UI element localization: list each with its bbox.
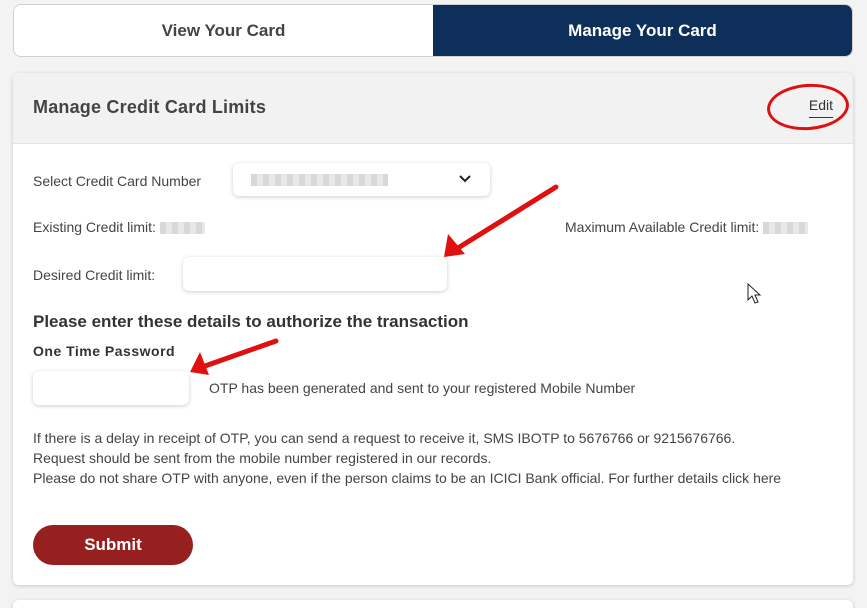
masked-card-number [251,174,388,186]
manage-limits-card: Manage Credit Card Limits Edit Select Cr… [13,73,853,585]
chevron-down-icon [458,171,472,188]
auth-section-title: Please enter these details to authorize … [33,312,469,331]
card-number-label: Select Credit Card Number [33,173,202,189]
submit-button[interactable]: Submit [33,525,193,565]
max-limit-label: Maximum Available Credit limit: [565,219,760,235]
card-number-select[interactable] [233,163,490,196]
card-tabs: View Your Card Manage Your Card [13,4,853,57]
card-header: Manage Credit Card Limits Edit [13,73,853,144]
otp-input[interactable] [33,371,189,405]
tab-view-your-card[interactable]: View Your Card [14,5,433,56]
otp-info-line-3: Please do not share OTP with anyone, eve… [33,470,782,486]
otp-info-line-2: Request should be sent from the mobile n… [33,450,492,466]
otp-info-text: If there is a delay in receipt of OTP, y… [33,428,833,488]
card-title: Manage Credit Card Limits [33,97,267,117]
existing-limit-row: Existing Credit limit: [33,219,205,235]
otp-info-line-1: If there is a delay in receipt of OTP, y… [33,430,736,446]
next-card-edge [13,600,853,608]
otp-status-text: OTP has been generated and sent to your … [209,380,636,396]
desired-limit-input[interactable] [183,257,447,291]
tab-manage-your-card[interactable]: Manage Your Card [433,5,852,56]
existing-limit-value [159,222,205,235]
existing-limit-label: Existing Credit limit: [33,219,156,235]
otp-label: One Time Password [33,343,176,359]
edit-highlight-circle [765,81,851,133]
desired-limit-label: Desired Credit limit: [33,267,156,283]
max-limit-row: Maximum Available Credit limit: [565,219,809,235]
max-limit-value [763,222,809,235]
